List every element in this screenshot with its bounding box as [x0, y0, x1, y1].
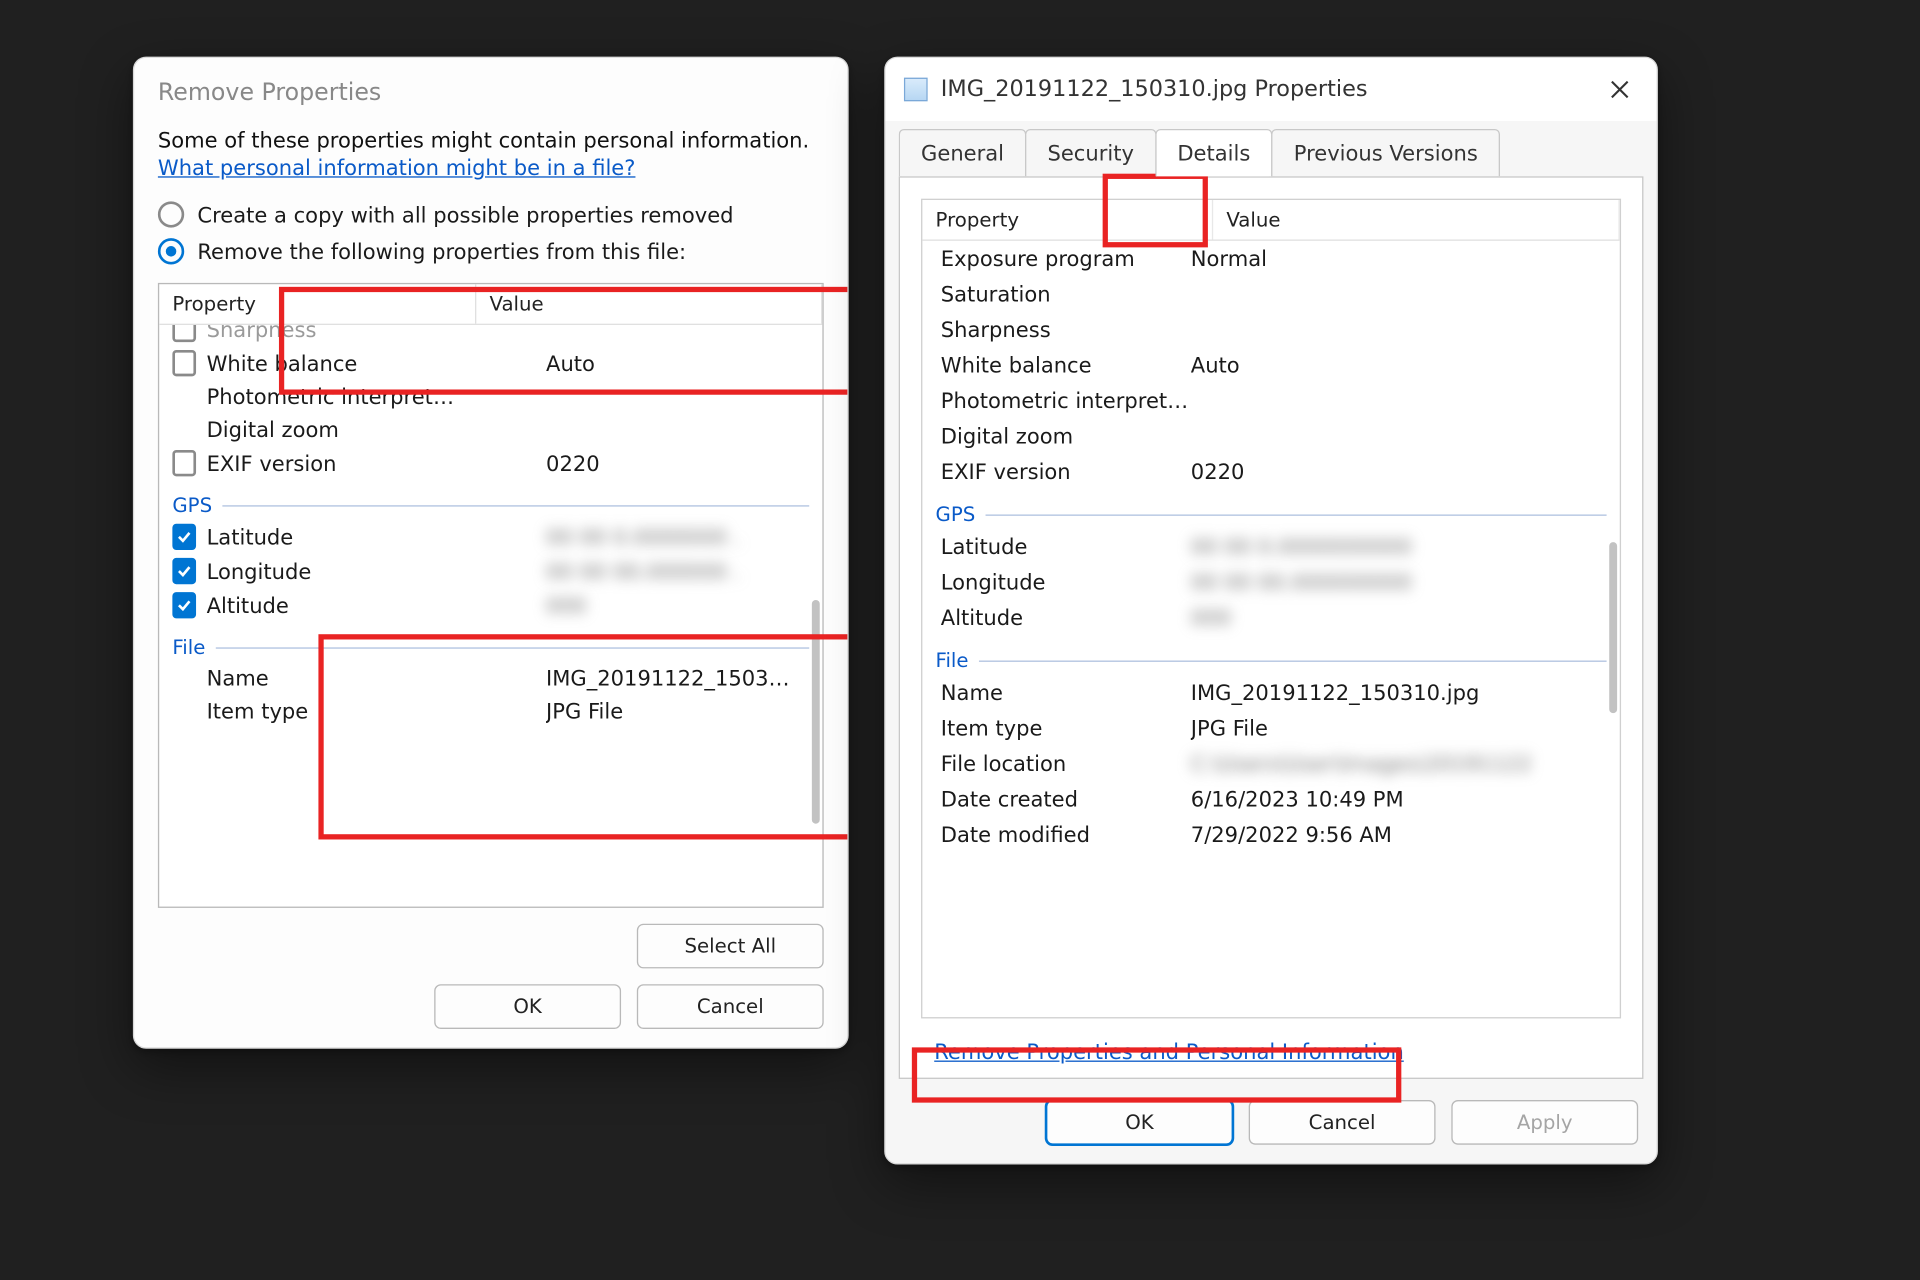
- col-property: Property: [159, 284, 476, 323]
- list-item[interactable]: White balanceAuto: [159, 346, 822, 380]
- radio-remove-following[interactable]: Remove the following properties from thi…: [158, 238, 824, 264]
- radio-label: Remove the following properties from thi…: [197, 239, 686, 264]
- group-gps: GPS: [922, 489, 1619, 528]
- property-list[interactable]: Property Value Sharpness White balanceAu…: [158, 283, 824, 908]
- dialog-title: Remove Properties: [134, 58, 847, 122]
- file-properties-dialog: IMG_20191122_150310.jpg Properties Gener…: [884, 57, 1658, 1165]
- lead-text: Some of these properties might contain p…: [158, 128, 824, 153]
- list-header: Property Value: [922, 200, 1619, 241]
- list-item[interactable]: Date created6/16/2023 10:49 PM: [922, 782, 1619, 818]
- checkbox-icon[interactable]: [172, 350, 196, 376]
- list-item[interactable]: Photometric interpret…: [159, 380, 822, 413]
- list-item[interactable]: Saturation: [922, 276, 1619, 312]
- list-item[interactable]: EXIF version0220: [922, 454, 1619, 490]
- remove-properties-link[interactable]: Remove Properties and Personal Informati…: [934, 1039, 1642, 1064]
- ok-button[interactable]: OK: [1046, 1100, 1233, 1145]
- list-item[interactable]: White balanceAuto: [922, 347, 1619, 383]
- list-item[interactable]: Altitude000: [922, 600, 1619, 636]
- ok-button[interactable]: OK: [434, 984, 621, 1029]
- checkbox-icon[interactable]: [172, 558, 196, 584]
- scrollbar[interactable]: [1609, 542, 1617, 713]
- list-item[interactable]: Sharpness: [159, 325, 822, 346]
- group-file: File: [159, 622, 822, 661]
- list-item[interactable]: Altitude000: [159, 588, 822, 622]
- list-item[interactable]: Digital zoom: [159, 413, 822, 446]
- personal-info-link[interactable]: What personal information might be in a …: [158, 155, 824, 180]
- list-item[interactable]: Latitude00 00 0.0000000000: [922, 529, 1619, 565]
- list-item[interactable]: Exposure programNormal: [922, 241, 1619, 277]
- list-item[interactable]: Item typeJPG File: [159, 695, 822, 728]
- list-item[interactable]: Sharpness: [922, 312, 1619, 348]
- list-item[interactable]: Digital zoom: [922, 418, 1619, 454]
- group-file: File: [922, 636, 1619, 675]
- tab-bar: General Security Details Previous Versio…: [886, 121, 1657, 176]
- radio-icon: [158, 238, 184, 264]
- file-icon: [904, 78, 928, 102]
- close-icon: [1609, 79, 1630, 100]
- remove-properties-dialog: Remove Properties Some of these properti…: [133, 57, 849, 1049]
- list-item[interactable]: Latitude00 00 0.0000000 .: [159, 520, 822, 554]
- list-item[interactable]: Longitude00 00 00.000000000: [922, 564, 1619, 600]
- tab-details[interactable]: Details: [1155, 129, 1273, 176]
- apply-button[interactable]: Apply: [1451, 1100, 1638, 1145]
- col-value: Value: [476, 284, 822, 323]
- col-value: Value: [1213, 200, 1620, 239]
- dialog-title: IMG_20191122_150310.jpg Properties: [941, 76, 1368, 102]
- tab-previous-versions[interactable]: Previous Versions: [1271, 129, 1500, 176]
- group-gps: GPS: [159, 480, 822, 519]
- list-item[interactable]: Date modified7/29/2022 9:56 AM: [922, 817, 1619, 853]
- list-item[interactable]: Item typeJPG File: [922, 711, 1619, 747]
- scrollbar[interactable]: [812, 600, 820, 824]
- close-button[interactable]: [1601, 71, 1638, 108]
- list-item[interactable]: File locationC:\Users\User\Images\201911…: [922, 746, 1619, 782]
- cancel-button[interactable]: Cancel: [637, 984, 824, 1029]
- property-list[interactable]: Property Value Exposure programNormal Sa…: [921, 199, 1621, 1019]
- checkbox-icon[interactable]: [172, 450, 196, 476]
- select-all-button[interactable]: Select All: [637, 924, 824, 969]
- radio-label: Create a copy with all possible properti…: [197, 202, 733, 227]
- list-item[interactable]: NameIMG_20191122_150310.jpg: [922, 675, 1619, 711]
- col-property: Property: [922, 200, 1213, 239]
- checkbox-icon[interactable]: [172, 592, 196, 618]
- checkbox-icon[interactable]: [172, 325, 196, 342]
- list-header: Property Value: [159, 284, 822, 325]
- tab-general[interactable]: General: [899, 129, 1027, 176]
- checkbox-icon[interactable]: [172, 524, 196, 550]
- radio-create-copy[interactable]: Create a copy with all possible properti…: [158, 201, 824, 227]
- list-item[interactable]: Longitude00 00 00.000000 .: [159, 554, 822, 588]
- list-item[interactable]: EXIF version0220: [159, 446, 822, 480]
- radio-icon: [158, 201, 184, 227]
- list-item[interactable]: NameIMG_20191122_1503…: [159, 662, 822, 695]
- tab-security[interactable]: Security: [1025, 129, 1156, 176]
- cancel-button[interactable]: Cancel: [1249, 1100, 1436, 1145]
- list-item[interactable]: Photometric interpretation: [922, 383, 1619, 419]
